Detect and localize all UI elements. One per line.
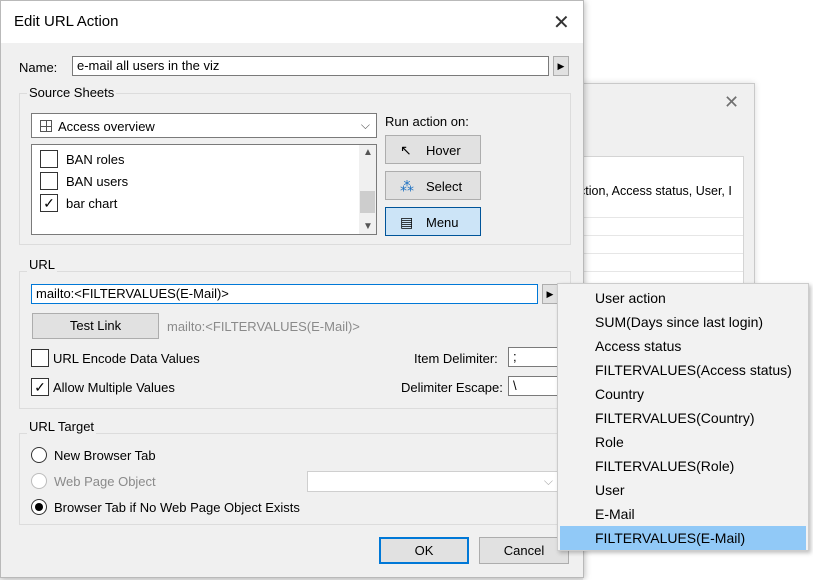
menu-item-label: FILTERVALUES(Country) — [595, 410, 755, 426]
menu-item[interactable]: Access status — [560, 334, 806, 358]
sheet-list-scrollbar[interactable]: ▲ ▼ — [359, 145, 376, 234]
url-target-title: URL Target — [27, 419, 97, 434]
sheet-list[interactable]: BAN roles BAN users ✓ bar chart ▲ ▼ — [31, 144, 377, 235]
ok-button[interactable]: OK — [379, 537, 469, 564]
scroll-thumb[interactable] — [360, 191, 375, 213]
menu-item-label: SUM(Days since last login) — [595, 314, 764, 330]
sheet-checkbox-checked[interactable]: ✓ — [40, 194, 58, 212]
name-input[interactable]: e-mail all users in the viz — [72, 56, 549, 76]
sheet-checkbox[interactable] — [40, 172, 58, 190]
menu-item-label: FILTERVALUES(Access status) — [595, 362, 792, 378]
menu-item-label: User action — [595, 290, 666, 306]
dialog-title: Edit URL Action — [14, 13, 119, 30]
menu-item-label: Access status — [595, 338, 682, 354]
delimiter-escape-input[interactable]: \ — [508, 376, 560, 396]
menu-icon: ▤ — [400, 214, 414, 230]
allow-multiple-label: Allow Multiple Values — [53, 380, 175, 395]
web-page-object-label: Web Page Object — [54, 474, 156, 489]
data-source-icon — [40, 120, 52, 132]
url-encode-checkbox[interactable] — [31, 349, 49, 367]
menu-button[interactable]: ▤ Menu — [385, 207, 481, 236]
menu-item[interactable]: FILTERVALUES(Country) — [560, 406, 806, 430]
menu-item[interactable]: Country — [560, 382, 806, 406]
edit-url-action-dialog: Edit URL Action ✕ Name: e-mail all users… — [0, 0, 584, 578]
menu-item[interactable]: User action — [560, 286, 806, 310]
menu-item[interactable]: SUM(Days since last login) — [560, 310, 806, 334]
chevron-down-icon: ⌵ — [543, 474, 553, 488]
hover-button[interactable]: ↖ Hover — [385, 135, 481, 164]
source-sheet-combo-value: Access overview — [58, 119, 155, 134]
url-group-title: URL — [27, 257, 58, 272]
menu-item-label: Country — [595, 386, 645, 402]
sheet-label: BAN users — [66, 174, 129, 189]
sheet-label: BAN roles — [66, 152, 125, 167]
select-button[interactable]: ⁂ Select — [385, 171, 481, 200]
select-button-label: Select — [426, 179, 463, 194]
menu-item-label: FILTERVALUES(Role) — [595, 458, 735, 474]
menu-item-label: User — [595, 482, 625, 498]
close-icon[interactable]: ✕ — [553, 10, 570, 35]
source-sheet-combo[interactable]: Access overview ⌵ — [31, 113, 377, 138]
sheet-list-item[interactable]: ✓ bar chart — [32, 192, 362, 214]
insert-field-menu: User action SUM(Days since last login) A… — [557, 283, 809, 551]
hover-button-label: Hover — [426, 143, 461, 158]
menu-item-label: Role — [595, 434, 624, 450]
url-encode-label: URL Encode Data Values — [53, 351, 200, 366]
browser-tab-fallback-radio[interactable] — [31, 499, 47, 515]
menu-item[interactable]: Role — [560, 430, 806, 454]
scroll-up-icon[interactable]: ▲ — [363, 147, 373, 158]
scroll-down-icon[interactable]: ▼ — [363, 221, 373, 232]
chevron-down-icon: ⌵ — [360, 118, 370, 132]
run-action-label: Run action on: — [385, 114, 469, 129]
triangle-right-icon: ▶ — [546, 289, 554, 299]
menu-item-highlighted[interactable]: FILTERVALUES(E-Mail) — [560, 526, 806, 550]
url-preview: mailto:<FILTERVALUES(E-Mail)> — [167, 319, 360, 334]
item-delimiter-label: Item Delimiter: — [414, 351, 498, 366]
allow-multiple-checkbox[interactable]: ✓ — [31, 378, 49, 396]
background-close-icon[interactable]: ✕ — [724, 92, 739, 113]
triangle-right-icon: ▶ — [557, 61, 565, 71]
url-insert-button[interactable]: ▶ — [542, 284, 558, 304]
menu-item[interactable]: FILTERVALUES(Access status) — [560, 358, 806, 382]
web-page-object-radio[interactable] — [31, 473, 47, 489]
menu-item-label: E-Mail — [595, 506, 635, 522]
name-label: Name: — [19, 60, 58, 75]
browser-tab-fallback-label: Browser Tab if No Web Page Object Exists — [54, 500, 300, 515]
sheet-label: bar chart — [66, 196, 118, 211]
sheet-list-item[interactable]: BAN roles — [32, 148, 362, 170]
test-link-button[interactable]: Test Link — [32, 313, 159, 339]
new-browser-tab-label: New Browser Tab — [54, 448, 156, 463]
cancel-button[interactable]: Cancel — [479, 537, 569, 564]
menu-item[interactable]: User — [560, 478, 806, 502]
source-sheets-title: Source Sheets — [27, 85, 117, 100]
cursor-icon: ↖ — [400, 142, 412, 158]
menu-item-label: FILTERVALUES(E-Mail) — [595, 530, 746, 546]
menu-item[interactable]: FILTERVALUES(Role) — [560, 454, 806, 478]
url-input[interactable]: mailto:<FILTERVALUES(E-Mail)> — [31, 284, 538, 304]
background-field-text: ction, Access status, User, I — [579, 184, 732, 198]
title-bar: Edit URL Action ✕ — [1, 1, 583, 43]
item-delimiter-input[interactable]: ; — [508, 347, 560, 367]
new-browser-tab-radio[interactable] — [31, 447, 47, 463]
name-insert-button[interactable]: ▶ — [553, 56, 569, 76]
select-icon: ⁂ — [400, 178, 414, 194]
sheet-checkbox[interactable] — [40, 150, 58, 168]
sheet-list-item[interactable]: BAN users — [32, 170, 362, 192]
menu-button-label: Menu — [426, 215, 459, 230]
menu-item[interactable]: E-Mail — [560, 502, 806, 526]
delimiter-escape-label: Delimiter Escape: — [401, 380, 503, 395]
web-page-object-combo[interactable]: ⌵ — [307, 471, 560, 492]
